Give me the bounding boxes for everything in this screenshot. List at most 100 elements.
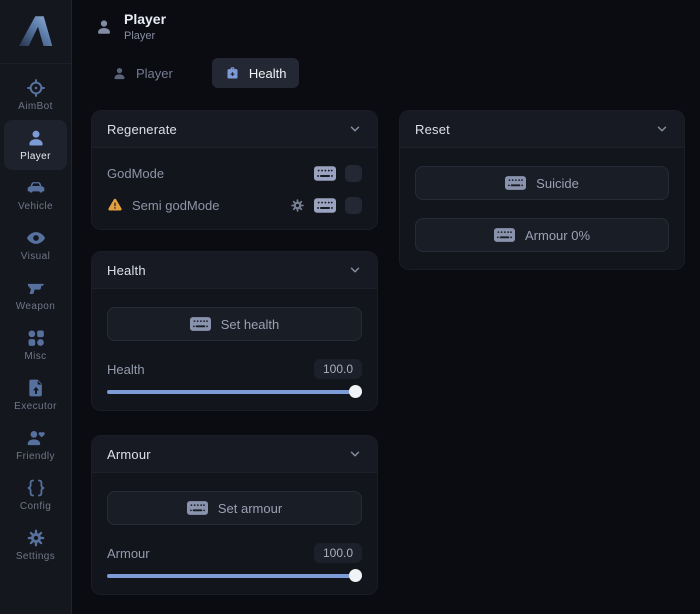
sidebar-item-label: Player: [20, 151, 51, 162]
suicide-button[interactable]: Suicide: [415, 166, 669, 200]
settings-gear-icon[interactable]: [290, 198, 305, 213]
sidebar-item-label: Visual: [21, 251, 50, 262]
crosshair-icon: [26, 78, 46, 98]
person-heart-icon: [26, 428, 46, 448]
slider-track: [107, 574, 362, 578]
tab-label: Health: [249, 66, 287, 81]
card-title: Reset: [415, 122, 450, 137]
sidebar-item-player[interactable]: Player: [4, 120, 67, 170]
slider-track: [107, 390, 362, 394]
armour-value-badge: 100.0: [314, 543, 362, 563]
button-label: Armour 0%: [525, 228, 590, 243]
feature-row-godmode: GodMode: [107, 162, 362, 184]
set-health-button[interactable]: Set health: [107, 307, 362, 341]
chevron-down-icon: [348, 263, 362, 277]
health-card-body: Set health Health 100.0: [92, 289, 377, 410]
keybind-icon[interactable]: [314, 198, 336, 213]
slider-label: Health: [107, 362, 145, 377]
keybind-icon: [494, 228, 515, 242]
set-armour-button[interactable]: Set armour: [107, 491, 362, 525]
regenerate-card: Regenerate GodMode: [91, 110, 378, 230]
health-card: Health Set health: [91, 251, 378, 411]
slider-thumb[interactable]: [349, 569, 362, 582]
armour-card: Armour Set armour: [91, 435, 378, 595]
person-icon: [112, 66, 127, 81]
armour-slider-row: Armour 100.0: [107, 543, 362, 563]
sidebar-item-config[interactable]: Config: [4, 470, 67, 520]
page-subtitle: Player: [124, 30, 166, 42]
sidebar-item-label: Vehicle: [18, 201, 53, 212]
health-slider[interactable]: [107, 385, 362, 398]
sidebar-item-visual[interactable]: Visual: [4, 220, 67, 270]
armour-slider[interactable]: [107, 569, 362, 582]
health-slider-row: Health 100.0: [107, 359, 362, 379]
keybind-icon: [187, 501, 208, 515]
sidebar-item-label: AimBot: [18, 101, 53, 112]
gear-icon: [26, 528, 46, 548]
health-card-header[interactable]: Health: [92, 252, 377, 289]
sidebar-item-vehicle[interactable]: Vehicle: [4, 170, 67, 220]
right-column: Reset Suicide: [399, 110, 685, 270]
keybind-icon: [190, 317, 211, 331]
sidebar-item-weapon[interactable]: Weapon: [4, 270, 67, 320]
sidebar-item-label: Weapon: [16, 301, 55, 312]
pistol-icon: [26, 278, 46, 298]
chevron-down-icon: [348, 447, 362, 461]
slider-thumb[interactable]: [349, 385, 362, 398]
keybind-icon[interactable]: [314, 166, 336, 181]
chevron-down-icon: [655, 122, 669, 136]
semi-godmode-checkbox[interactable]: [345, 197, 362, 214]
sidebar-item-settings[interactable]: Settings: [4, 520, 67, 570]
logo-a-icon: [15, 11, 57, 53]
tab-player[interactable]: Player: [99, 58, 186, 88]
page-title: Player: [124, 11, 166, 28]
sidebar-item-label: Config: [20, 501, 51, 512]
app-logo: [0, 0, 71, 64]
sidebar-item-friendly[interactable]: Friendly: [4, 420, 67, 470]
medkit-icon: [225, 66, 240, 81]
sidebar-nav: AimBot Player Vehicle Visual: [0, 64, 71, 570]
car-icon: [26, 178, 46, 198]
sidebar: AimBot Player Vehicle Visual: [0, 0, 72, 614]
sidebar-item-label: Friendly: [16, 451, 55, 462]
keybind-icon: [505, 176, 526, 190]
armour-0-button[interactable]: Armour 0%: [415, 218, 669, 252]
page-header: Player Player: [95, 11, 166, 42]
card-title: Health: [107, 263, 146, 278]
app-window: AimBot Player Vehicle Visual: [0, 0, 700, 614]
card-title: Regenerate: [107, 122, 177, 137]
tab-health[interactable]: Health: [212, 58, 300, 88]
sidebar-item-label: Settings: [16, 551, 55, 562]
health-value-badge: 100.0: [314, 359, 362, 379]
chevron-down-icon: [348, 122, 362, 136]
person-icon: [26, 128, 46, 148]
armour-card-header[interactable]: Armour: [92, 436, 377, 473]
sidebar-item-misc[interactable]: Misc: [4, 320, 67, 370]
feature-label: GodMode: [107, 166, 314, 181]
regenerate-card-header[interactable]: Regenerate: [92, 111, 377, 148]
reset-card: Reset Suicide: [399, 110, 685, 270]
main-content: Player Player Player Health: [72, 0, 700, 614]
left-column: Regenerate GodMode: [91, 110, 378, 595]
sidebar-item-aimbot[interactable]: AimBot: [4, 70, 67, 120]
file-up-icon: [26, 378, 46, 398]
person-icon: [95, 18, 113, 36]
button-label: Suicide: [536, 176, 579, 191]
button-label: Set armour: [218, 501, 282, 516]
braces-icon: [26, 478, 46, 498]
sidebar-item-label: Executor: [14, 401, 57, 412]
warning-icon: [107, 197, 123, 213]
button-label: Set health: [221, 317, 280, 332]
reset-card-body: Suicide Armour 0%: [400, 148, 684, 269]
feature-row-semi-godmode: Semi godMode: [107, 194, 362, 216]
sidebar-item-label: Misc: [24, 351, 46, 362]
card-title: Armour: [107, 447, 151, 462]
feature-label: Semi godMode: [132, 198, 290, 213]
sidebar-item-executor[interactable]: Executor: [4, 370, 67, 420]
godmode-checkbox[interactable]: [345, 165, 362, 182]
reset-card-header[interactable]: Reset: [400, 111, 684, 148]
tab-bar: Player Health: [99, 58, 299, 88]
armour-card-body: Set armour Armour 100.0: [92, 473, 377, 594]
regenerate-card-body: GodMode: [92, 148, 377, 229]
shapes-icon: [26, 328, 46, 348]
